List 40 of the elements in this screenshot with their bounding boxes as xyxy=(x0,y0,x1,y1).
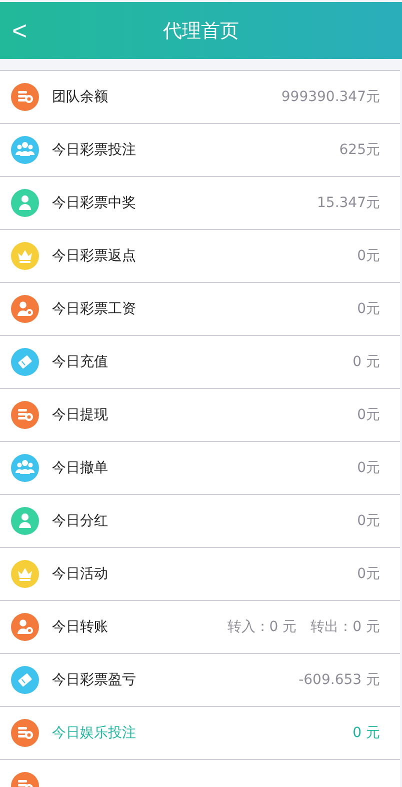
row-value: 0元 xyxy=(357,459,380,477)
list-row[interactable]: 今日彩票中奖 15.347元 xyxy=(0,177,400,230)
page-title: 代理首页 xyxy=(163,18,239,44)
row-label: 今日分红 xyxy=(52,512,109,530)
list-row[interactable]: 今日充值 0 元 xyxy=(0,336,400,389)
list-row[interactable]: 团队余额 999390.347元 xyxy=(0,71,400,124)
row-value: 0元 xyxy=(357,300,380,318)
list-row[interactable]: 今日彩票盈亏 -609.653 元 xyxy=(0,654,400,707)
row-label: 团队余额 xyxy=(52,88,109,106)
list-row[interactable]: 今日彩票投注 625元 xyxy=(0,124,400,177)
row-value: 转入：0 元 xyxy=(227,618,297,636)
row-label: 今日活动 xyxy=(52,565,109,583)
row-value: 625元 xyxy=(339,141,380,159)
row-label: 今日彩票投注 xyxy=(52,141,137,159)
row-label: 今日彩票盈亏 xyxy=(52,671,137,689)
row-value: 0元 xyxy=(357,565,380,583)
list-row[interactable]: 今日撤单 0元 xyxy=(0,442,400,495)
list-row[interactable]: 今日彩票返点 0元 xyxy=(0,230,400,283)
list-row[interactable]: 今日提现 0元 xyxy=(0,389,400,442)
row-value: 0元 xyxy=(357,406,380,424)
row-label: 今日充值 xyxy=(52,353,109,371)
list-row[interactable]: 今日活动 0元 xyxy=(0,548,400,601)
row-label: 今日提现 xyxy=(52,406,109,424)
row-label: 今日彩票中奖 xyxy=(52,194,137,212)
row-label: 今日彩票返点 xyxy=(52,247,137,265)
row-value: 15.347元 xyxy=(317,194,380,212)
list-row[interactable]: 今日分红 0元 xyxy=(0,495,400,548)
row-label: 今日转账 xyxy=(52,618,109,636)
row-value: 0 元 xyxy=(352,724,380,742)
list-row[interactable]: 今日彩票工资 0元 xyxy=(0,283,400,336)
row-label: 今日彩票工资 xyxy=(52,300,137,318)
row-value: -609.653 元 xyxy=(298,671,380,689)
row-value: 转出：0 元 xyxy=(310,618,380,636)
row-value: 0元 xyxy=(357,247,380,265)
row-value: 999390.347元 xyxy=(281,88,380,106)
row-label: 今日娱乐投注 xyxy=(52,724,137,742)
row-value: 0元 xyxy=(357,512,380,530)
list-row[interactable]: 今日转账 转入：0 元 转出：0 元 xyxy=(0,601,400,654)
row-value: 0 元 xyxy=(352,353,380,371)
row-label: 今日撤单 xyxy=(52,459,109,477)
